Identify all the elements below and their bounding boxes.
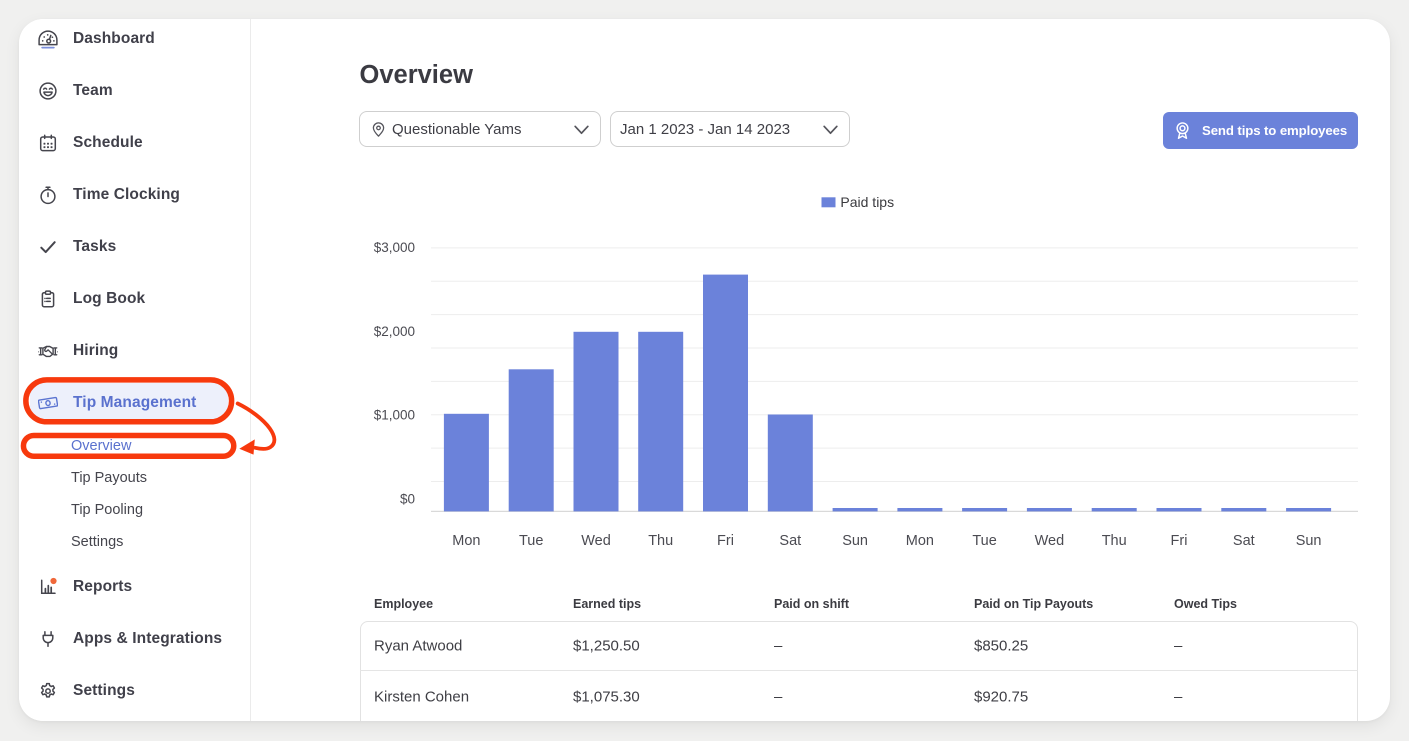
svg-text:Mon: Mon (906, 533, 934, 549)
svg-text:Sat: Sat (779, 533, 801, 549)
svg-text:Fri: Fri (717, 533, 734, 549)
svg-text:$2,000: $2,000 (374, 324, 415, 339)
svg-text:Wed: Wed (1035, 533, 1065, 549)
svg-text:Wed: Wed (581, 533, 611, 549)
svg-text:Sun: Sun (842, 533, 868, 549)
svg-text:Thu: Thu (648, 533, 673, 549)
svg-text:Mon: Mon (452, 533, 480, 549)
svg-text:Thu: Thu (1102, 533, 1127, 549)
svg-text:Tue: Tue (972, 533, 996, 549)
svg-text:$1,000: $1,000 (374, 408, 415, 423)
svg-text:Fri: Fri (1171, 533, 1188, 549)
svg-text:$3,000: $3,000 (374, 240, 415, 255)
svg-text:Tue: Tue (519, 533, 543, 549)
svg-text:Sun: Sun (1296, 533, 1322, 549)
svg-text:Paid tips: Paid tips (840, 194, 894, 210)
svg-text:Sat: Sat (1233, 533, 1255, 549)
svg-text:$0: $0 (400, 492, 415, 507)
